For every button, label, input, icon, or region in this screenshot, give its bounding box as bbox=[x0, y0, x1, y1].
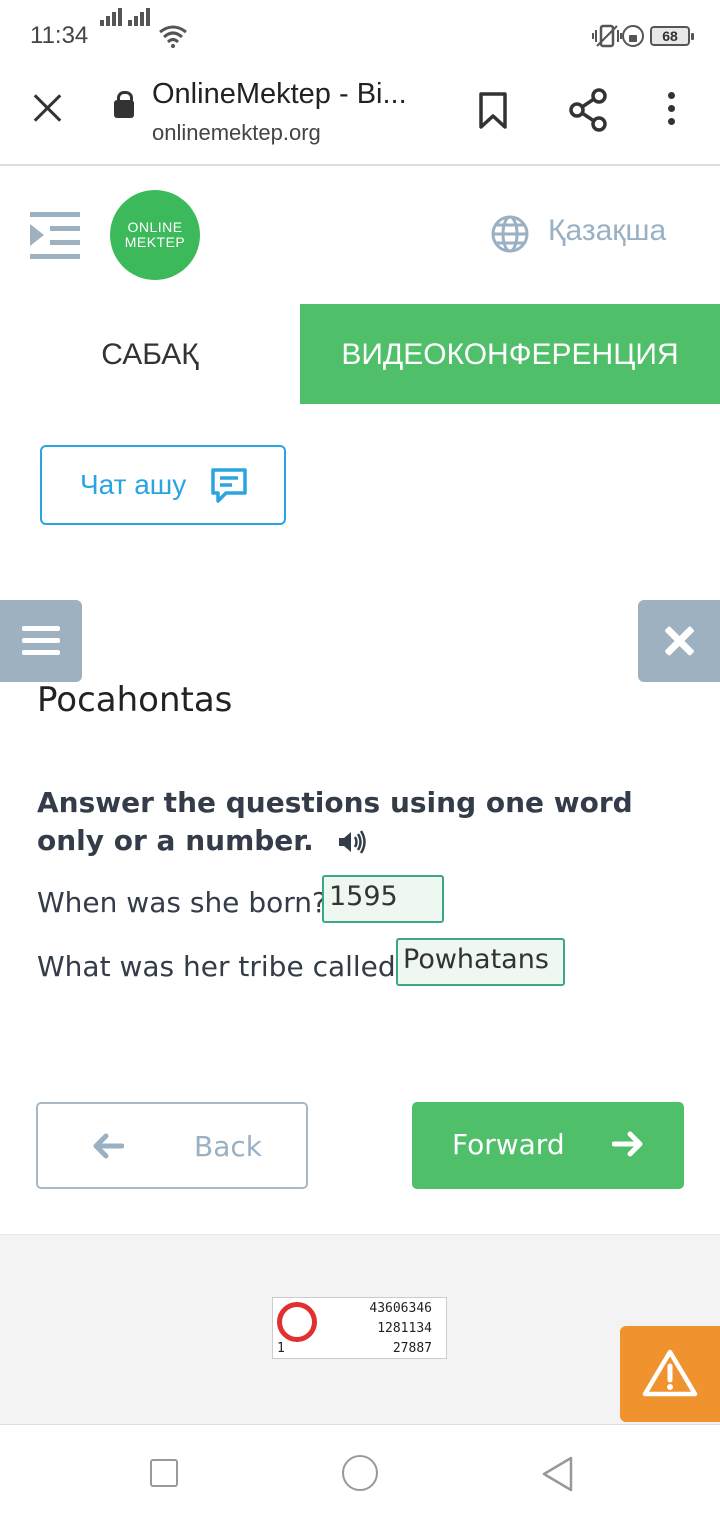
arrow-right-icon bbox=[612, 1131, 643, 1157]
forward-label: Forward bbox=[452, 1128, 565, 1161]
page-url[interactable]: onlinemektep.org bbox=[152, 120, 321, 146]
wifi-icon bbox=[159, 25, 187, 48]
answer-1-input[interactable]: 1595 bbox=[322, 875, 444, 923]
lock-icon bbox=[114, 91, 134, 118]
footer-area: 43606346 1281134 27887 1 bbox=[0, 1234, 720, 1424]
counter-value-1: 43606346 bbox=[369, 1301, 432, 1316]
status-bar: 11:34 68 bbox=[0, 0, 720, 70]
question-1-text: When was she born? bbox=[37, 886, 327, 919]
tab-lesson-label: САБАҚ bbox=[101, 338, 199, 371]
site-header: ONLINE MEKTEP Қазақша bbox=[0, 168, 720, 304]
instruction-text: Answer the questions using one word only… bbox=[37, 786, 633, 857]
logo[interactable]: ONLINE MEKTEP bbox=[110, 190, 200, 280]
logo-line-1: ONLINE bbox=[127, 219, 183, 235]
recent-apps-icon[interactable] bbox=[150, 1459, 178, 1487]
back-button[interactable]: Back bbox=[36, 1102, 308, 1189]
rotation-lock-icon bbox=[622, 25, 644, 47]
counter-logo-icon bbox=[277, 1302, 317, 1342]
tab-lesson[interactable]: САБАҚ bbox=[0, 304, 300, 404]
tab-videoconference-label: ВИДЕОКОНФЕРЕНЦИЯ bbox=[341, 338, 679, 371]
tab-videoconference[interactable]: ВИДЕОКОНФЕРЕНЦИЯ bbox=[300, 304, 720, 404]
speaker-icon[interactable] bbox=[337, 829, 367, 855]
page-title[interactable]: OnlineMektep - Bi... bbox=[152, 78, 407, 111]
language-selector[interactable]: Қазақша bbox=[548, 214, 666, 248]
lesson-title: Pocahontas bbox=[37, 680, 233, 720]
open-chat-label: Чат ашу bbox=[80, 469, 187, 500]
more-options-icon[interactable] bbox=[668, 92, 675, 131]
globe-icon[interactable] bbox=[490, 214, 530, 254]
logo-line-2: MEKTEP bbox=[124, 234, 186, 250]
open-chat-button[interactable]: Чат ашу bbox=[40, 445, 286, 525]
counter-value-2: 1281134 bbox=[377, 1321, 432, 1336]
lesson-menu-button[interactable] bbox=[0, 600, 82, 682]
battery-icon: 68 bbox=[650, 26, 694, 46]
browser-toolbar: OnlineMektep - Bi... onlinemektep.org bbox=[0, 70, 720, 166]
bookmark-icon[interactable] bbox=[478, 92, 508, 130]
warning-icon bbox=[642, 1349, 698, 1397]
chat-icon bbox=[211, 468, 247, 503]
counter-value-4: 1 bbox=[277, 1341, 285, 1356]
visitor-counter[interactable]: 43606346 1281134 27887 1 bbox=[272, 1297, 447, 1359]
sidebar-toggle-icon[interactable] bbox=[30, 212, 82, 260]
back-nav-icon[interactable] bbox=[540, 1455, 574, 1493]
system-nav-bar bbox=[0, 1424, 720, 1520]
home-icon[interactable] bbox=[342, 1455, 378, 1491]
counter-value-3: 27887 bbox=[392, 1341, 432, 1356]
question-2-text: What was her tribe called? bbox=[37, 950, 411, 983]
tab-bar: САБАҚ ВИДЕОКОНФЕРЕНЦИЯ bbox=[0, 304, 720, 404]
arrow-left-icon bbox=[93, 1133, 124, 1159]
back-label: Back bbox=[194, 1130, 262, 1163]
share-icon[interactable] bbox=[568, 88, 608, 132]
forward-button[interactable]: Forward bbox=[412, 1102, 684, 1189]
close-panel-button[interactable] bbox=[638, 600, 720, 682]
vibrate-icon bbox=[592, 24, 622, 48]
report-problem-button[interactable] bbox=[620, 1326, 720, 1422]
answer-2-input[interactable]: Powhatans bbox=[396, 938, 565, 986]
task-instruction: Answer the questions using one word only… bbox=[37, 784, 697, 860]
close-icon[interactable] bbox=[30, 90, 66, 126]
status-time: 11:34 bbox=[30, 22, 89, 49]
